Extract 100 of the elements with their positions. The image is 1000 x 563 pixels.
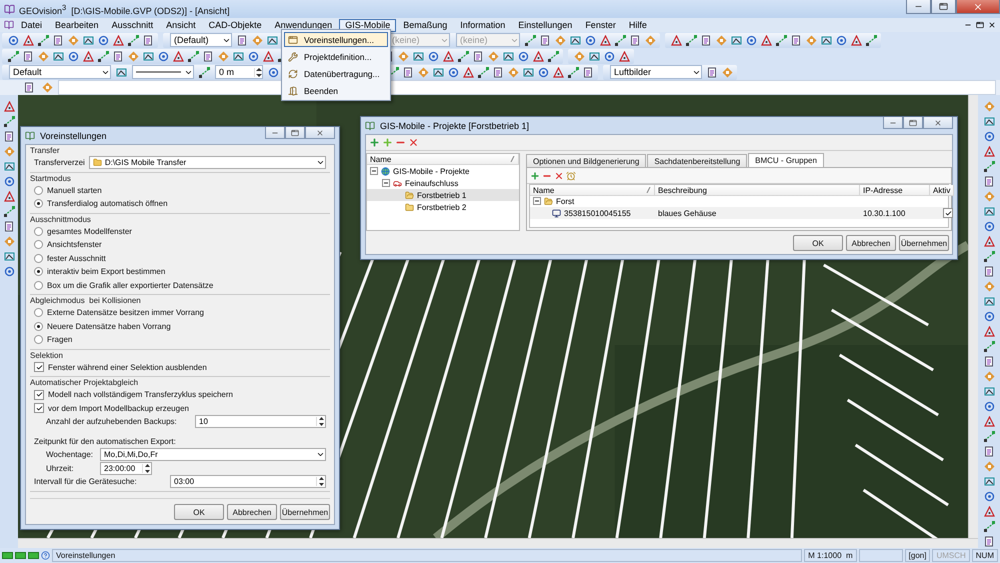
dialog-button[interactable]: OK [793, 235, 843, 251]
door-icon [288, 86, 298, 96]
wrench-icon [288, 52, 298, 62]
tree-item[interactable]: Forstbetrieb 1 [367, 189, 519, 201]
maximize-button[interactable] [285, 127, 305, 139]
checkbox[interactable] [34, 403, 44, 414]
option-label: Fragen [47, 335, 72, 344]
menu-entry[interactable]: Datenübertragung... [284, 66, 388, 81]
radio-button[interactable] [34, 322, 43, 331]
dropdown-field[interactable]: D:\GIS Mobile Transfer [88, 156, 326, 170]
menu-item[interactable]: CAD-Objekte [202, 18, 268, 32]
close-icon [316, 128, 324, 136]
spin-field[interactable]: 23:00:00 [100, 462, 152, 475]
tree-item[interactable]: Feinaufschluss [367, 177, 519, 189]
style-dropdown[interactable]: (Default) [170, 33, 232, 47]
checkbox[interactable] [34, 390, 44, 400]
checkbox[interactable] [34, 362, 44, 372]
tab[interactable]: Optionen und Bildgenerierung [526, 154, 646, 167]
dialog-button[interactable]: Übernehmen [899, 235, 949, 251]
minimize-button[interactable] [265, 127, 285, 139]
option-label: Neuere Datensätze haben Vorrang [47, 322, 171, 331]
delete-icon[interactable] [554, 170, 564, 180]
column-header[interactable]: IP-Adresse [860, 185, 930, 196]
menu-item[interactable]: Anwendungen [268, 18, 338, 32]
sort-icon [510, 156, 515, 162]
menu-item[interactable]: Hilfe [622, 18, 653, 32]
column-header[interactable]: Beschreibung [655, 185, 860, 196]
close-icon [973, 2, 983, 12]
close-icon[interactable] [988, 21, 996, 29]
field-value: Mo,Di,Mi,Do,Fr [104, 450, 158, 460]
line-style-icon [136, 70, 181, 74]
spin-arrows-icon[interactable] [142, 464, 151, 473]
delete-icon[interactable] [408, 137, 419, 148]
add-icon[interactable] [369, 137, 380, 148]
menu-item[interactable]: Datei [15, 18, 48, 32]
minimize-button[interactable] [883, 117, 903, 129]
dialog-button[interactable]: Abbrechen [227, 504, 277, 520]
status-panel: UMSCH [932, 549, 970, 562]
menu-entry[interactable]: Beenden [284, 83, 388, 98]
collapse-icon[interactable] [382, 179, 390, 187]
horizontal-scrollbar[interactable] [18, 538, 978, 548]
option-label: Manuell starten [47, 186, 102, 195]
spin-arrows-icon[interactable] [316, 477, 325, 486]
dialog-title: Voreinstellungen [40, 130, 107, 140]
close-button[interactable] [305, 127, 335, 139]
radio-button[interactable] [34, 199, 43, 208]
tab[interactable]: BMCU - Gruppen [748, 153, 824, 167]
collapse-icon[interactable] [370, 167, 378, 175]
column-header[interactable]: Name [530, 185, 655, 196]
dropdown-field[interactable]: Mo,Di,Mi,Do,Fr [100, 448, 326, 462]
spin-arrows-icon[interactable] [254, 68, 263, 76]
alarm-clock-icon[interactable] [566, 170, 576, 180]
restore-icon[interactable] [976, 21, 984, 29]
line-style-dropdown[interactable] [132, 65, 194, 79]
column-header[interactable]: Aktiv [930, 185, 954, 196]
spin-field[interactable]: 10 [195, 415, 326, 428]
radio-button[interactable] [34, 254, 43, 263]
radio-button[interactable] [34, 335, 43, 344]
collapse-icon[interactable] [533, 197, 541, 205]
maximize-icon [939, 2, 948, 11]
field-label: Wochentage: [46, 450, 94, 460]
minimize-button[interactable] [906, 0, 931, 14]
tree-item-label: Forstbetrieb 1 [417, 190, 466, 200]
status-light-icon [28, 552, 39, 559]
status-light-icon [2, 552, 13, 559]
maximize-button[interactable] [931, 0, 956, 14]
column-header[interactable]: Name [367, 154, 519, 165]
dialog-button[interactable]: Abbrechen [846, 235, 896, 251]
maximize-button[interactable] [903, 117, 923, 129]
tree-item[interactable]: GIS-Mobile - Projekte [367, 165, 519, 177]
radio-button[interactable] [34, 267, 43, 276]
style-dropdown[interactable]: Luftbilder [610, 65, 702, 79]
folder-icon [405, 190, 414, 200]
menu-item[interactable]: Bearbeiten [49, 18, 105, 32]
radio-button[interactable] [34, 226, 43, 236]
sort-icon [646, 187, 651, 193]
vertical-scrollbar[interactable] [968, 95, 978, 538]
menu-item[interactable]: Bemaßung [397, 18, 454, 32]
menu-item[interactable]: Ausschnitt [106, 18, 160, 32]
menu-item[interactable]: Einstellungen [512, 18, 578, 32]
spin-field[interactable]: 0 m [215, 65, 263, 79]
radio-button[interactable] [34, 308, 43, 318]
style-dropdown[interactable]: Default [9, 65, 111, 79]
dialog-button[interactable]: Übernehmen [280, 504, 330, 520]
tree-item-label: Forstbetrieb 2 [417, 202, 466, 212]
tab[interactable]: Sachdatenbereitstellung [647, 154, 748, 167]
close-button[interactable] [923, 117, 953, 129]
dialog-button[interactable]: OK [174, 504, 224, 520]
tree-item[interactable]: Forstbetrieb 2 [367, 201, 519, 213]
spin-field[interactable]: 03:00 [170, 475, 326, 488]
radio-button[interactable] [34, 280, 43, 290]
menu-item[interactable]: Fenster [579, 18, 622, 32]
checkbox[interactable] [943, 208, 953, 218]
spin-arrows-icon[interactable] [316, 417, 325, 426]
menu-item[interactable]: Information [454, 18, 512, 32]
radio-button[interactable] [34, 186, 43, 195]
add-icon[interactable] [530, 170, 540, 180]
radio-button[interactable] [34, 240, 43, 250]
menu-item[interactable]: Ansicht [160, 18, 202, 32]
help-icon [41, 551, 50, 560]
